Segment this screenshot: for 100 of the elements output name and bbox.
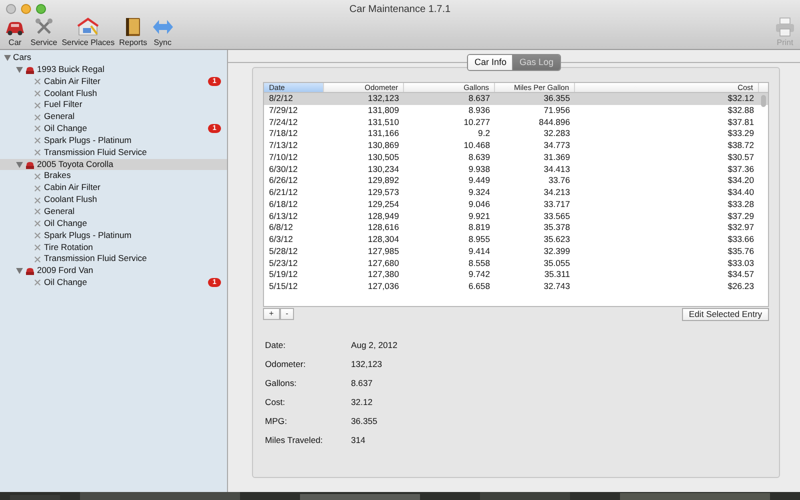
table-row[interactable]: 7/24/12 131,510 10.277 844.896 $37.81 [264, 116, 768, 128]
table-cell-text: $37.36 [726, 164, 755, 176]
table-cell-text: 9.414 [467, 246, 491, 258]
table-cell-text: 71.956 [542, 104, 571, 116]
table-cell-text: $33.66 [726, 234, 755, 246]
table-row[interactable]: 6/8/12 128,616 8.819 35.378 $32.97 [264, 222, 768, 234]
disclosure-triangle-icon[interactable] [16, 162, 23, 168]
table-cell-text: $34.57 [726, 269, 755, 281]
table-row[interactable]: 6/18/12 129,254 9.046 33.717 $33.28 [264, 198, 768, 210]
table-cell-text: 36.355 [542, 93, 571, 105]
table-cell-text: 7/29/12 [268, 104, 299, 116]
table-row[interactable]: 7/29/12 131,809 8.936 71.956 $32.88 [264, 104, 768, 116]
edit-entry-button[interactable]: Edit Selected Entry [682, 308, 769, 321]
table-row[interactable]: 7/10/12 130,505 8.639 31.369 $30.57 [264, 152, 768, 164]
table-cell-text: $35.76 [726, 246, 755, 258]
table-cell-text: 7/13/12 [268, 140, 299, 152]
table-cell-text: 8.955 [467, 234, 491, 246]
table-cell-text: 32.399 [542, 246, 571, 258]
table-cell-text: 5/28/12 [268, 246, 299, 258]
tab[interactable]: Car Info [468, 54, 512, 70]
table-cell-text: 10.277 [462, 116, 491, 128]
field-value: Aug 2, 2012 [351, 339, 398, 352]
tree-item[interactable]: General [44, 111, 75, 124]
printer-icon [774, 17, 796, 37]
table-row[interactable]: 7/18/12 131,166 9.2 32.283 $33.29 [264, 128, 768, 140]
tree-item[interactable]: Oil Change [44, 277, 87, 289]
tree-item[interactable]: Spark Plugs - Platinum [44, 230, 132, 242]
table-cell-text: 127,985 [366, 246, 400, 258]
table-cell-text: 8/2/12 [268, 93, 294, 105]
tree-item[interactable]: Cars [13, 52, 32, 64]
tree-item[interactable]: Oil Change [44, 218, 87, 230]
field-label: Cost: [265, 396, 286, 409]
table-cell-text: 8.637 [467, 93, 491, 105]
tree-item[interactable]: Coolant Flush [44, 194, 98, 206]
table-cell-text: 9.938 [467, 164, 491, 176]
zoom-button[interactable] [36, 4, 46, 14]
toolbar-button[interactable]: Car [4, 17, 26, 49]
table-cell-text: $26.23 [726, 281, 755, 293]
table-row[interactable]: 5/15/12 127,036 6.658 32.743 $26.23 [264, 281, 768, 293]
window-title: Car Maintenance 1.7.1 [349, 2, 451, 16]
table-row[interactable]: 5/19/12 127,380 9.742 35.311 $34.57 [264, 269, 768, 281]
toolbar-button[interactable]: Reports [119, 17, 148, 49]
tree-item[interactable]: Tire Rotation [44, 242, 93, 254]
table-cell-text: 33.717 [542, 198, 571, 210]
disclosure-triangle-icon[interactable] [4, 54, 11, 61]
table-row[interactable]: 6/13/12 128,949 9.921 33.565 $37.29 [264, 210, 768, 222]
table-cell-text: 8.558 [467, 258, 491, 270]
table-row[interactable]: 7/13/12 130,869 10.468 34.773 $38.72 [264, 140, 768, 152]
minimize-button[interactable] [21, 4, 31, 14]
field-value: 132,123 [351, 358, 384, 371]
tree-item[interactable]: Oil Change [44, 123, 87, 135]
table-cell-text: 8.936 [467, 104, 491, 116]
tree-item[interactable]: Cabin Air Filter [44, 182, 100, 194]
table-cell-text: 34.773 [542, 140, 571, 152]
tree-item[interactable]: Cabin Air Filter [44, 76, 100, 88]
table-row[interactable]: 6/3/12 128,304 8.955 35.623 $33.66 [264, 234, 768, 246]
tree-item[interactable]: Transmission Fluid Service [44, 146, 147, 159]
table-cell-text: 9.046 [467, 198, 491, 210]
scrollbar-thumb[interactable] [761, 95, 766, 107]
tree-item[interactable]: Spark Plugs - Platinum [44, 134, 132, 147]
add-button[interactable]: + [263, 308, 280, 320]
table-cell-text: 131,510 [366, 116, 400, 128]
remove-button[interactable]: - [280, 308, 294, 320]
table-row[interactable]: 6/21/12 129,573 9.324 34.213 $34.40 [264, 187, 768, 199]
tree-item[interactable]: General [44, 206, 75, 218]
tree-item[interactable]: Fuel Filter [44, 99, 82, 112]
disclosure-triangle-icon[interactable] [16, 66, 23, 73]
tree-item[interactable]: Transmission Fluid Service [44, 253, 147, 266]
table-cell-text: 5/19/12 [268, 269, 299, 281]
table-cell-text: 128,304 [366, 234, 400, 246]
tree-row[interactable]: 2009 Ford Van [0, 265, 227, 278]
table-cell-text: 7/10/12 [268, 152, 299, 164]
toolbar-button[interactable]: Service Places [62, 17, 115, 49]
tree-row[interactable]: 1993 Buick Regal [0, 64, 227, 76]
tree-row[interactable]: 2005 Toyota Corolla [0, 158, 227, 170]
tree-item[interactable]: Brakes [44, 170, 71, 182]
table-cell-text: 9.742 [467, 269, 491, 281]
table-row[interactable]: 8/2/12 132,123 8.637 36.355 $32.12 [264, 93, 768, 105]
field-value: 8.637 [351, 377, 374, 390]
table-row[interactable]: 5/23/12 127,680 8.558 35.055 $33.03 [264, 258, 768, 270]
table-row[interactable]: 6/26/12 129,892 9.449 33.76 $34.20 [264, 175, 768, 187]
field-label: Odometer: [265, 358, 307, 371]
table-cell-text: 131,166 [366, 128, 400, 140]
table-cell-text: $34.20 [726, 175, 755, 187]
table-cell-text: 130,869 [366, 140, 400, 152]
toolbar-button[interactable]: Service [30, 17, 58, 49]
table-cell-text: $34.40 [726, 187, 755, 199]
toolbar-button[interactable]: Sync [152, 17, 174, 49]
tree-item[interactable]: Coolant Flush [44, 88, 98, 100]
table-row[interactable]: 6/30/12 130,234 9.938 34.413 $37.36 [264, 164, 768, 176]
field-value: 36.355 [351, 415, 378, 428]
field-label: MPG: [265, 415, 288, 428]
table-cell-text: 6/8/12 [268, 222, 294, 234]
table-cell-text: 33.565 [542, 210, 571, 222]
disclosure-triangle-icon[interactable] [16, 268, 23, 274]
table-row[interactable]: 5/28/12 127,985 9.414 32.399 $35.76 [264, 246, 768, 258]
close-button[interactable] [6, 4, 16, 14]
table-cell-text: 35.311 [543, 269, 571, 281]
table-cell-text: 35.055 [542, 258, 571, 270]
table-cell-text: 9.449 [467, 175, 491, 187]
